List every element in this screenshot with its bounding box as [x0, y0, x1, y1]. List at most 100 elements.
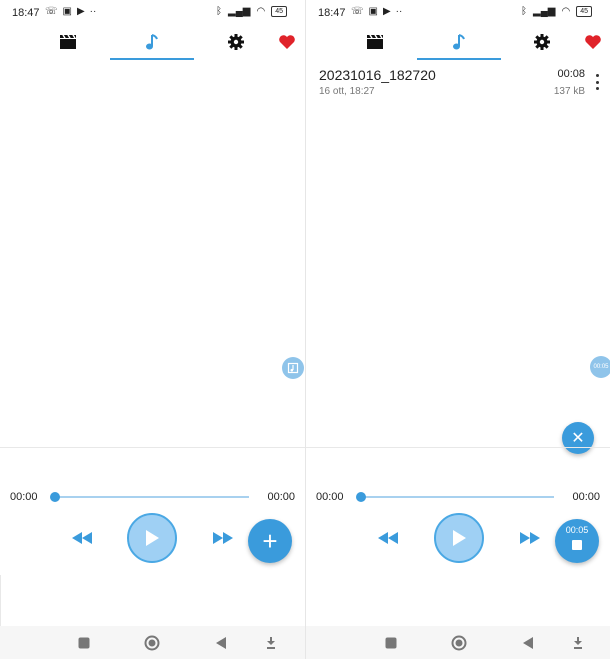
more-notifications-icon: ·· [395, 6, 403, 17]
wifi-icon: ◠ [561, 6, 571, 17]
seek-bar[interactable] [356, 492, 554, 502]
recorder-screen-recording: 18:47 ☏ ▣ ▶ ·· ᛒ ▂▄▆ ◠ 45 20231016_18272… [306, 0, 610, 659]
tab-videos[interactable] [51, 28, 85, 56]
signal-icon: ▂▄▆ [533, 6, 556, 17]
play-store-icon: ▶ [382, 6, 391, 17]
image-icon: ▣ [62, 6, 72, 17]
tab-bar [306, 24, 610, 60]
rewind-button[interactable] [377, 529, 399, 547]
recording-date: 16 ott, 18:27 [319, 86, 375, 97]
tab-audio[interactable] [442, 28, 476, 56]
square-icon [78, 637, 90, 649]
wifi-icon: ◠ [256, 6, 266, 17]
cancel-recording-button[interactable]: ✕ [562, 422, 594, 454]
total-time: 00:00 [572, 491, 600, 503]
back-triangle-icon [216, 637, 226, 649]
stop-icon [572, 540, 582, 550]
system-icons: ᛒ ▂▄▆ ◠ 45 [216, 6, 287, 17]
tab-settings[interactable] [219, 28, 253, 56]
gear-icon [534, 34, 550, 50]
heart-icon [279, 35, 295, 49]
tab-bar [0, 24, 305, 60]
selected-tab-indicator [417, 58, 501, 60]
nav-extra-button[interactable] [569, 634, 587, 652]
video-clapper-icon [367, 34, 383, 49]
square-icon [385, 637, 397, 649]
tab-favorites[interactable] [576, 28, 610, 56]
back-triangle-icon [523, 637, 533, 649]
battery-icon: 45 [271, 6, 287, 17]
signal-icon: ▂▄▆ [228, 6, 251, 17]
play-icon [453, 530, 466, 546]
player-progress: 00:00 00:00 [0, 488, 305, 506]
recording-title: 20231016_182720 [319, 67, 436, 83]
stop-recording-button[interactable]: 00:05 [555, 519, 599, 563]
seek-thumb[interactable] [50, 492, 60, 502]
new-recording-button[interactable]: + [248, 519, 292, 563]
status-time: 18:47 [12, 7, 40, 19]
content-divider [0, 447, 305, 448]
battery-icon: 45 [576, 6, 592, 17]
more-options-icon[interactable] [594, 74, 600, 90]
gear-icon [228, 34, 244, 50]
rewind-icon [72, 532, 92, 544]
system-nav-bar [306, 626, 610, 659]
notification-icons: ☏ ▣ ▶ ·· [45, 6, 96, 17]
bottom-panel [0, 575, 305, 627]
music-note-icon [146, 34, 158, 50]
whatsapp-icon: ☏ [351, 6, 364, 17]
status-bar: 18:47 ☏ ▣ ▶ ·· ᛒ ▂▄▆ ◠ 45 [306, 4, 610, 22]
rewind-button[interactable] [71, 529, 93, 547]
nav-back-button[interactable] [212, 634, 230, 652]
music-file-icon [287, 362, 299, 374]
seek-thumb[interactable] [356, 492, 366, 502]
fast-forward-button[interactable] [212, 529, 234, 547]
system-nav-bar [0, 626, 305, 659]
nav-recents-button[interactable] [382, 634, 400, 652]
floating-recorder-bubble[interactable] [282, 357, 304, 379]
floating-recorder-bubble[interactable]: 00:05 [590, 356, 610, 378]
notification-icons: ☏ ▣ ▶ ·· [351, 6, 402, 17]
tab-settings[interactable] [525, 28, 559, 56]
status-time: 18:47 [318, 7, 346, 19]
play-store-icon: ▶ [76, 6, 85, 17]
nav-extra-button[interactable] [262, 634, 280, 652]
whatsapp-icon: ☏ [45, 6, 58, 17]
tab-videos[interactable] [358, 28, 392, 56]
down-arrow-icon [574, 637, 582, 649]
fast-forward-button[interactable] [519, 529, 541, 547]
current-time: 00:00 [10, 491, 38, 503]
nav-recents-button[interactable] [75, 634, 93, 652]
recording-list-item[interactable]: 20231016_182720 16 ott, 18:27 00:08 137 … [306, 64, 610, 100]
status-bar: 18:47 ☏ ▣ ▶ ·· ᛒ ▂▄▆ ◠ 45 [0, 4, 305, 22]
bluetooth-icon: ᛒ [521, 6, 527, 17]
play-button[interactable] [127, 513, 177, 563]
tab-audio[interactable] [135, 28, 169, 56]
content-divider [306, 447, 610, 448]
video-clapper-icon [60, 34, 76, 49]
rewind-icon [378, 532, 398, 544]
play-icon [146, 530, 159, 546]
play-button[interactable] [434, 513, 484, 563]
selected-tab-indicator [110, 58, 194, 60]
nav-home-button[interactable] [450, 634, 468, 652]
home-circle-icon [451, 635, 467, 651]
nav-back-button[interactable] [519, 634, 537, 652]
recording-duration: 00:08 [557, 68, 585, 80]
seek-bar[interactable] [50, 492, 249, 502]
fast-forward-icon [213, 532, 233, 544]
total-time: 00:00 [267, 491, 295, 503]
tab-favorites[interactable] [270, 28, 304, 56]
system-icons: ᛒ ▂▄▆ ◠ 45 [521, 6, 592, 17]
fast-forward-icon [520, 532, 540, 544]
down-arrow-icon [267, 637, 275, 649]
nav-home-button[interactable] [143, 634, 161, 652]
current-time: 00:00 [316, 491, 344, 503]
music-note-icon [453, 34, 465, 50]
heart-icon [585, 35, 601, 49]
home-circle-icon [144, 635, 160, 651]
bluetooth-icon: ᛒ [216, 6, 222, 17]
player-progress: 00:00 00:00 [306, 488, 610, 506]
image-icon: ▣ [368, 6, 378, 17]
recording-size: 137 kB [553, 86, 585, 97]
